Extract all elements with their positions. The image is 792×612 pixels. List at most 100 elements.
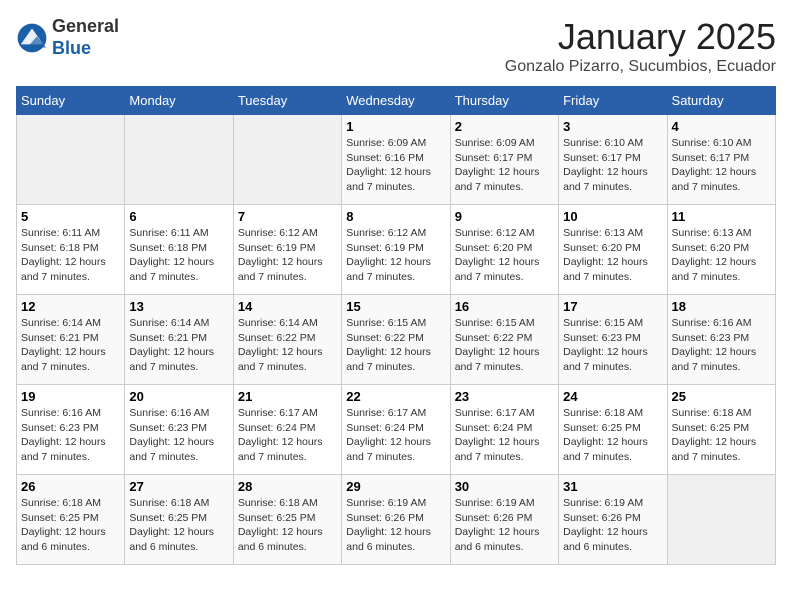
calendar-cell: 19Sunrise: 6:16 AM Sunset: 6:23 PM Dayli… bbox=[17, 385, 125, 475]
day-number: 19 bbox=[21, 389, 120, 404]
calendar-cell: 2 Sunrise: 6:09 AM Sunset: 6:17 PM Daylig… bbox=[450, 115, 558, 205]
day-number: 23 bbox=[455, 389, 554, 404]
header-sunday: Sunday bbox=[17, 87, 125, 115]
day-number: 29 bbox=[346, 479, 445, 494]
calendar-cell: 22Sunrise: 6:17 AM Sunset: 6:24 PM Dayli… bbox=[342, 385, 450, 475]
calendar-cell: 18 Sunrise: 6:16 AM Sunset: 6:23 PM Dayli… bbox=[667, 295, 775, 385]
day-number: 15 bbox=[346, 299, 445, 314]
day-number: 28 bbox=[238, 479, 337, 494]
day-number: 31 bbox=[563, 479, 662, 494]
calendar-cell: 20Sunrise: 6:16 AM Sunset: 6:23 PM Dayli… bbox=[125, 385, 233, 475]
calendar-cell: 16 Sunrise: 6:15 AM Sunset: 6:22 PM Dayli… bbox=[450, 295, 558, 385]
location: Gonzalo Pizarro, Sucumbios, Ecuador bbox=[505, 58, 776, 76]
day-info: Sunrise: 6:11 AM Sunset: 6:18 PM Dayligh… bbox=[21, 226, 120, 285]
day-number: 21 bbox=[238, 389, 337, 404]
logo-general: General bbox=[52, 16, 119, 36]
day-info: Sunrise: 6:13 AM Sunset: 6:20 PM Dayligh… bbox=[672, 226, 771, 285]
header-thursday: Thursday bbox=[450, 87, 558, 115]
calendar-week-3: 12 Sunrise: 6:14 AM Sunset: 6:21 PM Dayli… bbox=[17, 295, 776, 385]
day-number: 12 bbox=[21, 299, 120, 314]
title-block: January 2025 Gonzalo Pizarro, Sucumbios,… bbox=[505, 16, 776, 76]
calendar-cell: 4Sunrise: 6:10 AM Sunset: 6:17 PM Daylig… bbox=[667, 115, 775, 205]
day-info: Sunrise: 6:18 AM Sunset: 6:25 PM Dayligh… bbox=[238, 496, 337, 555]
day-number: 8 bbox=[346, 209, 445, 224]
day-info: Sunrise: 6:18 AM Sunset: 6:25 PM Dayligh… bbox=[563, 406, 662, 465]
day-info: Sunrise: 6:16 AM Sunset: 6:23 PM Dayligh… bbox=[672, 316, 771, 375]
calendar-cell bbox=[125, 115, 233, 205]
day-number: 20 bbox=[129, 389, 228, 404]
calendar-cell: 1 Sunrise: 6:09 AM Sunset: 6:16 PM Daylig… bbox=[342, 115, 450, 205]
month-title: January 2025 bbox=[505, 16, 776, 58]
calendar-header-row: SundayMondayTuesdayWednesdayThursdayFrid… bbox=[17, 87, 776, 115]
logo-text: General Blue bbox=[52, 16, 119, 59]
day-info: Sunrise: 6:19 AM Sunset: 6:26 PM Dayligh… bbox=[455, 496, 554, 555]
day-info: Sunrise: 6:14 AM Sunset: 6:22 PM Dayligh… bbox=[238, 316, 337, 375]
day-number: 5 bbox=[21, 209, 120, 224]
day-number: 13 bbox=[129, 299, 228, 314]
day-number: 27 bbox=[129, 479, 228, 494]
day-number: 18 bbox=[672, 299, 771, 314]
calendar-cell: 15 Sunrise: 6:15 AM Sunset: 6:22 PM Dayli… bbox=[342, 295, 450, 385]
day-number: 11 bbox=[672, 209, 771, 224]
header-saturday: Saturday bbox=[667, 87, 775, 115]
calendar-cell: 30 Sunrise: 6:19 AM Sunset: 6:26 PM Dayli… bbox=[450, 475, 558, 565]
calendar-cell bbox=[17, 115, 125, 205]
calendar-week-2: 5 Sunrise: 6:11 AM Sunset: 6:18 PM Daylig… bbox=[17, 205, 776, 295]
day-info: Sunrise: 6:12 AM Sunset: 6:19 PM Dayligh… bbox=[238, 226, 337, 285]
day-number: 30 bbox=[455, 479, 554, 494]
day-number: 17 bbox=[563, 299, 662, 314]
page-header: General Blue January 2025 Gonzalo Pizarr… bbox=[16, 16, 776, 76]
calendar-cell: 21Sunrise: 6:17 AM Sunset: 6:24 PM Dayli… bbox=[233, 385, 341, 475]
day-info: Sunrise: 6:15 AM Sunset: 6:22 PM Dayligh… bbox=[346, 316, 445, 375]
day-number: 22 bbox=[346, 389, 445, 404]
day-info: Sunrise: 6:18 AM Sunset: 6:25 PM Dayligh… bbox=[672, 406, 771, 465]
calendar-week-1: 1 Sunrise: 6:09 AM Sunset: 6:16 PM Daylig… bbox=[17, 115, 776, 205]
calendar-cell: 26Sunrise: 6:18 AM Sunset: 6:25 PM Dayli… bbox=[17, 475, 125, 565]
logo-blue: Blue bbox=[52, 38, 91, 58]
calendar-cell: 27 Sunrise: 6:18 AM Sunset: 6:25 PM Dayli… bbox=[125, 475, 233, 565]
day-info: Sunrise: 6:10 AM Sunset: 6:17 PM Dayligh… bbox=[563, 136, 662, 195]
day-number: 14 bbox=[238, 299, 337, 314]
day-number: 2 bbox=[455, 119, 554, 134]
logo-icon bbox=[16, 22, 48, 54]
day-info: Sunrise: 6:19 AM Sunset: 6:26 PM Dayligh… bbox=[346, 496, 445, 555]
calendar-cell: 31 Sunrise: 6:19 AM Sunset: 6:26 PM Dayli… bbox=[559, 475, 667, 565]
day-info: Sunrise: 6:19 AM Sunset: 6:26 PM Dayligh… bbox=[563, 496, 662, 555]
day-info: Sunrise: 6:15 AM Sunset: 6:22 PM Dayligh… bbox=[455, 316, 554, 375]
day-info: Sunrise: 6:15 AM Sunset: 6:23 PM Dayligh… bbox=[563, 316, 662, 375]
calendar-cell: 5 Sunrise: 6:11 AM Sunset: 6:18 PM Daylig… bbox=[17, 205, 125, 295]
calendar-cell: 10 Sunrise: 6:13 AM Sunset: 6:20 PM Dayli… bbox=[559, 205, 667, 295]
calendar-cell: 9 Sunrise: 6:12 AM Sunset: 6:20 PM Daylig… bbox=[450, 205, 558, 295]
day-number: 10 bbox=[563, 209, 662, 224]
calendar-cell: 8 Sunrise: 6:12 AM Sunset: 6:19 PM Daylig… bbox=[342, 205, 450, 295]
calendar-cell: 14 Sunrise: 6:14 AM Sunset: 6:22 PM Dayli… bbox=[233, 295, 341, 385]
calendar-cell: 29 Sunrise: 6:19 AM Sunset: 6:26 PM Dayli… bbox=[342, 475, 450, 565]
day-number: 1 bbox=[346, 119, 445, 134]
calendar-cell: 6Sunrise: 6:11 AM Sunset: 6:18 PM Daylig… bbox=[125, 205, 233, 295]
day-info: Sunrise: 6:14 AM Sunset: 6:21 PM Dayligh… bbox=[129, 316, 228, 375]
logo: General Blue bbox=[16, 16, 119, 59]
calendar-cell bbox=[667, 475, 775, 565]
day-info: Sunrise: 6:12 AM Sunset: 6:20 PM Dayligh… bbox=[455, 226, 554, 285]
day-info: Sunrise: 6:12 AM Sunset: 6:19 PM Dayligh… bbox=[346, 226, 445, 285]
day-info: Sunrise: 6:09 AM Sunset: 6:17 PM Dayligh… bbox=[455, 136, 554, 195]
day-info: Sunrise: 6:09 AM Sunset: 6:16 PM Dayligh… bbox=[346, 136, 445, 195]
header-wednesday: Wednesday bbox=[342, 87, 450, 115]
day-info: Sunrise: 6:11 AM Sunset: 6:18 PM Dayligh… bbox=[129, 226, 228, 285]
calendar-cell: 12Sunrise: 6:14 AM Sunset: 6:21 PM Dayli… bbox=[17, 295, 125, 385]
calendar-cell bbox=[233, 115, 341, 205]
calendar-cell: 11 Sunrise: 6:13 AM Sunset: 6:20 PM Dayli… bbox=[667, 205, 775, 295]
day-number: 16 bbox=[455, 299, 554, 314]
day-number: 24 bbox=[563, 389, 662, 404]
day-info: Sunrise: 6:10 AM Sunset: 6:17 PM Dayligh… bbox=[672, 136, 771, 195]
calendar-table: SundayMondayTuesdayWednesdayThursdayFrid… bbox=[16, 86, 776, 565]
day-info: Sunrise: 6:18 AM Sunset: 6:25 PM Dayligh… bbox=[129, 496, 228, 555]
calendar-cell: 25Sunrise: 6:18 AM Sunset: 6:25 PM Dayli… bbox=[667, 385, 775, 475]
calendar-cell: 28 Sunrise: 6:18 AM Sunset: 6:25 PM Dayli… bbox=[233, 475, 341, 565]
calendar-week-5: 26 Sunrise: 6:18 AM Sunset: 6:25 PM Dayli… bbox=[17, 475, 776, 565]
day-number: 9 bbox=[455, 209, 554, 224]
calendar-cell: 7Sunrise: 6:12 AM Sunset: 6:19 PM Daylig… bbox=[233, 205, 341, 295]
day-info: Sunrise: 6:13 AM Sunset: 6:20 PM Dayligh… bbox=[563, 226, 662, 285]
day-number: 26 bbox=[21, 479, 120, 494]
calendar-cell: 3Sunrise: 6:10 AM Sunset: 6:17 PM Daylig… bbox=[559, 115, 667, 205]
